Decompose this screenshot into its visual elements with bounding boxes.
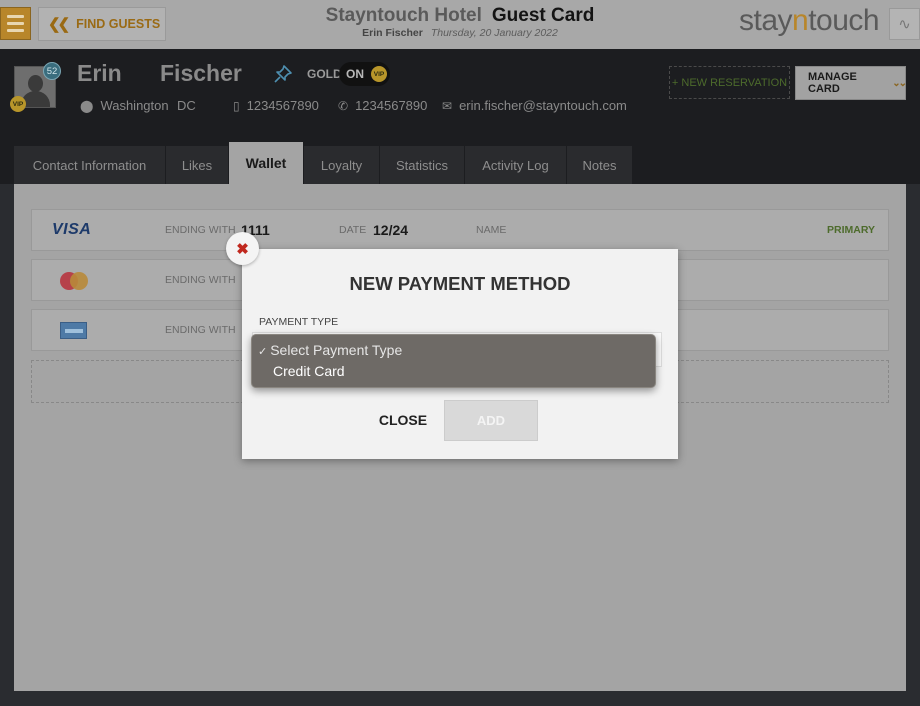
location-pin-icon: ⬤ (80, 98, 94, 113)
mobile-number: 1234567890 (246, 98, 319, 113)
tab-likes[interactable]: Likes (166, 146, 228, 184)
guest-city: Washington (100, 98, 169, 113)
name-label: NAME (476, 224, 507, 236)
guest-last-name: Fischer (160, 60, 242, 86)
card-expiry-date: 12/24 (373, 222, 409, 238)
ending-with-label: ENDING WITH (165, 274, 236, 286)
modal-title: NEW PAYMENT METHOD (349, 273, 571, 294)
email-address: erin.fischer@stayntouch.com (459, 98, 627, 113)
top-bar: ❮❮ FIND GUESTS Stayntouch Hotel Guest Car… (0, 0, 920, 49)
activity-icon[interactable]: ∿ (889, 8, 920, 40)
stayntouch-logo: stayntouch (739, 4, 880, 37)
tab-loyalty[interactable]: Loyalty (304, 146, 379, 184)
phone-icon: ✆ (338, 98, 349, 113)
subtitle-guest-name: Erin Fischer (362, 27, 423, 39)
payment-type-label: PAYMENT TYPE (259, 316, 339, 328)
tab-contact-information[interactable]: Contact Information (14, 146, 165, 184)
guest-first-name: Erin (77, 60, 122, 86)
guest-email: ✉ erin.fischer@stayntouch.com (442, 98, 627, 113)
checkmark-icon: ✓ (258, 346, 268, 358)
tab-statistics[interactable]: Statistics (380, 146, 464, 184)
wallet-card-row[interactable]: VISA ENDING WITH 1111 DATE 12/24 NAME PR… (31, 209, 889, 251)
pin-icon[interactable] (273, 64, 293, 84)
mastercard-icon (60, 272, 88, 290)
tab-wallet[interactable]: Wallet (229, 142, 303, 184)
close-button[interactable]: CLOSE (368, 402, 438, 438)
manage-card-button[interactable]: MANAGE CARD ⌄⌄ (795, 66, 907, 100)
vip-badge: VIP (10, 96, 26, 112)
manage-card-label: MANAGE CARD (808, 71, 857, 95)
guest-mobile: ▯ 1234567890 (233, 98, 319, 113)
guest-location: ⬤ Washington (80, 98, 169, 113)
membership-level: GOLD (307, 67, 342, 81)
new-payment-modal: NEW PAYMENT METHOD PAYMENT TYPE ✓ Select … (242, 249, 678, 459)
envelope-icon: ✉ (442, 98, 453, 113)
stay-count-badge: 52 (43, 62, 61, 80)
phone-number: 1234567890 (355, 98, 428, 113)
vip-knob: VIP (371, 66, 387, 82)
hotel-name: Stayntouch Hotel (325, 5, 482, 26)
payment-type-dropdown[interactable]: ✓ Select Payment Type Credit Card (251, 334, 656, 388)
guest-phone: ✆ 1234567890 (338, 98, 427, 113)
double-chevron-down-icon: ⌄⌄ (892, 77, 907, 89)
guest-card-tabs: Contact Information Likes Wallet Loyalty… (14, 142, 632, 184)
toggle-state: ON (346, 67, 364, 81)
tab-notes[interactable]: Notes (567, 146, 632, 184)
date-label: DATE (339, 224, 367, 236)
add-button[interactable]: ADD (444, 400, 538, 441)
guest-state: DC (177, 98, 196, 113)
ending-with-label: ENDING WITH (165, 224, 236, 236)
vip-toggle[interactable]: ON VIP (339, 62, 390, 86)
option-credit-card[interactable]: Credit Card (273, 363, 345, 379)
close-icon[interactable]: ✖ (226, 232, 259, 265)
new-reservation-button[interactable]: + NEW RESERVATION (669, 66, 790, 99)
mobile-phone-icon: ▯ (233, 98, 240, 113)
guest-card-title: Guest Card (491, 5, 595, 26)
option-select-payment-type[interactable]: ✓ Select Payment Type (258, 342, 402, 358)
primary-badge: PRIMARY (827, 224, 876, 236)
tab-activity-log[interactable]: Activity Log (465, 146, 566, 184)
visa-logo: VISA (52, 221, 92, 238)
subtitle-date: Thursday, 20 January 2022 (430, 27, 558, 39)
ending-with-label: ENDING WITH (165, 324, 236, 336)
amex-icon (60, 322, 87, 339)
